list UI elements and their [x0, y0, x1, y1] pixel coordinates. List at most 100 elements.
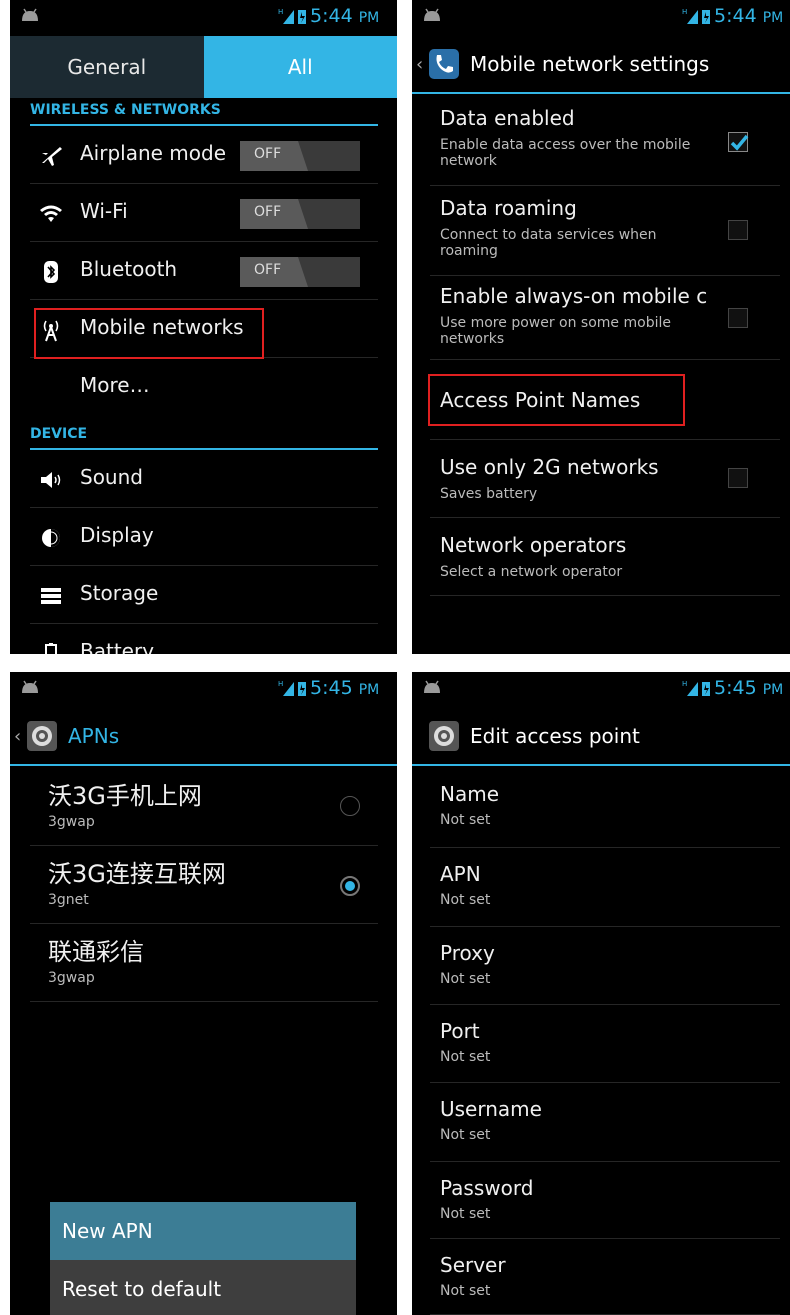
display-row[interactable]: Display	[30, 508, 378, 566]
wifi-row[interactable]: Wi-Fi OFF	[30, 184, 378, 242]
pref-title: Network operators	[440, 533, 627, 557]
back-chevron-icon[interactable]: ‹	[416, 54, 423, 75]
clock: 5:45 PM	[714, 677, 784, 699]
apn-name: 沃3G连接互联网	[48, 860, 226, 888]
airplane-mode-toggle[interactable]: OFF	[240, 141, 360, 171]
data-enabled-pref[interactable]: Data enabled Enable data access over the…	[430, 96, 780, 186]
pref-summary: Saves battery	[440, 486, 538, 502]
signal-battery-icon: H	[278, 8, 306, 24]
airplane-mode-row[interactable]: Airplane mode OFF	[30, 126, 378, 184]
data-roaming-pref[interactable]: Data roaming Connect to data services wh…	[430, 186, 780, 276]
settings-gear-icon[interactable]	[26, 720, 58, 752]
edit-access-point-screen: H 5:45 PM Edit access point Name Not set…	[412, 672, 790, 1315]
field-label: Port	[440, 1019, 480, 1043]
new-apn-menu-item[interactable]: New APN	[50, 1202, 356, 1260]
storage-icon	[41, 588, 61, 604]
apn-field-server[interactable]: Server Not set	[430, 1239, 780, 1315]
action-bar: Edit access point	[412, 708, 790, 766]
field-value: Not set	[440, 1127, 491, 1143]
reset-to-default-menu-item[interactable]: Reset to default	[50, 1260, 356, 1315]
apn-value: 3gwap	[48, 814, 95, 830]
pref-title: Data enabled	[440, 106, 575, 130]
apn-field-port[interactable]: Port Not set	[430, 1005, 780, 1083]
apn-list-item[interactable]: 沃3G手机上网 3gwap	[30, 768, 378, 846]
tab-all[interactable]: All	[203, 36, 397, 98]
sound-row[interactable]: Sound	[30, 450, 378, 508]
section-header-device: DEVICE	[30, 424, 378, 450]
clock: 5:45 PM	[310, 677, 380, 699]
data-roaming-checkbox[interactable]	[728, 220, 748, 240]
network-operators-pref[interactable]: Network operators Select a network opera…	[430, 518, 780, 596]
field-label: Username	[440, 1097, 542, 1121]
bluetooth-icon	[44, 261, 58, 283]
bluetooth-row[interactable]: Bluetooth OFF	[30, 242, 378, 300]
highlight-box-apn	[428, 374, 685, 426]
field-label: APN	[440, 862, 481, 886]
mobile-network-settings-screen: H 5:44 PM ‹ Mobile network settings Data…	[412, 0, 790, 654]
display-label: Display	[80, 523, 154, 547]
field-label: Password	[440, 1176, 534, 1200]
android-icon	[424, 680, 440, 693]
apn-field-name[interactable]: Name Not set	[430, 768, 780, 848]
battery-icon	[45, 643, 57, 654]
android-icon	[22, 8, 38, 21]
more-row[interactable]: More…	[30, 358, 378, 416]
apn-field-password[interactable]: Password Not set	[430, 1162, 780, 1239]
data-enabled-checkbox[interactable]	[728, 132, 749, 152]
settings-screen: H 5:44 PM General All WIRELESS & NETWORK…	[10, 0, 397, 654]
phone-icon[interactable]	[428, 48, 460, 80]
status-bar: H 5:45 PM	[412, 672, 790, 704]
use-only-2g-checkbox[interactable]	[728, 468, 748, 488]
settings-tabs: General All	[10, 36, 397, 98]
page-title: Edit access point	[470, 724, 640, 748]
svg-text:H: H	[682, 680, 687, 688]
apns-screen: H 5:45 PM ‹ APNs 沃3G手机上网 3gwap 沃3G连接互联网 …	[10, 672, 397, 1315]
field-value: Not set	[440, 1049, 491, 1065]
signal-battery-icon: H	[682, 8, 710, 24]
display-brightness-icon	[42, 529, 60, 547]
always-on-checkbox[interactable]	[728, 308, 748, 328]
svg-text:H: H	[278, 680, 283, 688]
apn-value: 3gnet	[48, 892, 89, 908]
apn-list-item[interactable]: 联通彩信 3gwap	[30, 924, 378, 1002]
page-title: Mobile network settings	[470, 52, 710, 76]
apn-radio-button[interactable]	[340, 796, 360, 816]
apn-list-item[interactable]: 沃3G连接互联网 3gnet	[30, 846, 378, 924]
sound-label: Sound	[80, 465, 143, 489]
always-on-mobile-pref[interactable]: Enable always-on mobile c Use more power…	[430, 276, 780, 360]
pref-title: Enable always-on mobile c	[440, 284, 708, 308]
settings-gear-icon[interactable]	[428, 720, 460, 752]
checkmark-icon	[730, 134, 749, 151]
field-value: Not set	[440, 1206, 491, 1222]
apn-radio-button-selected[interactable]	[340, 876, 360, 896]
field-label: Server	[440, 1253, 506, 1277]
highlight-box-mobile-networks	[34, 308, 264, 359]
back-chevron-icon[interactable]: ‹	[14, 726, 21, 747]
pref-summary: Enable data access over the mobile netwo…	[440, 137, 691, 169]
wifi-toggle[interactable]: OFF	[240, 199, 360, 229]
svg-text:H: H	[682, 8, 687, 16]
action-bar: ‹ APNs	[10, 708, 397, 766]
pref-summary: Select a network operator	[440, 564, 623, 580]
apn-field-proxy[interactable]: Proxy Not set	[430, 927, 780, 1005]
section-header-wireless: WIRELESS & NETWORKS	[30, 100, 378, 126]
airplane-mode-label: Airplane mode	[80, 141, 227, 165]
airplane-icon	[42, 147, 62, 166]
tab-general[interactable]: General	[10, 36, 204, 98]
speaker-icon	[41, 472, 61, 488]
bluetooth-toggle[interactable]: OFF	[240, 257, 360, 287]
wifi-icon	[40, 205, 62, 222]
android-icon	[424, 8, 440, 21]
apn-field-apn[interactable]: APN Not set	[430, 848, 780, 927]
apn-value: 3gwap	[48, 970, 95, 986]
use-only-2g-pref[interactable]: Use only 2G networks Saves battery	[430, 440, 780, 518]
clock: 5:44 PM	[714, 5, 784, 27]
bluetooth-label: Bluetooth	[80, 257, 178, 281]
svg-text:H: H	[278, 8, 283, 16]
status-bar: H 5:44 PM	[412, 0, 790, 32]
apn-field-username[interactable]: Username Not set	[430, 1083, 780, 1162]
android-icon	[22, 680, 38, 693]
battery-row[interactable]: Battery	[30, 624, 378, 654]
pref-title: Use only 2G networks	[440, 455, 659, 479]
storage-row[interactable]: Storage	[30, 566, 378, 624]
